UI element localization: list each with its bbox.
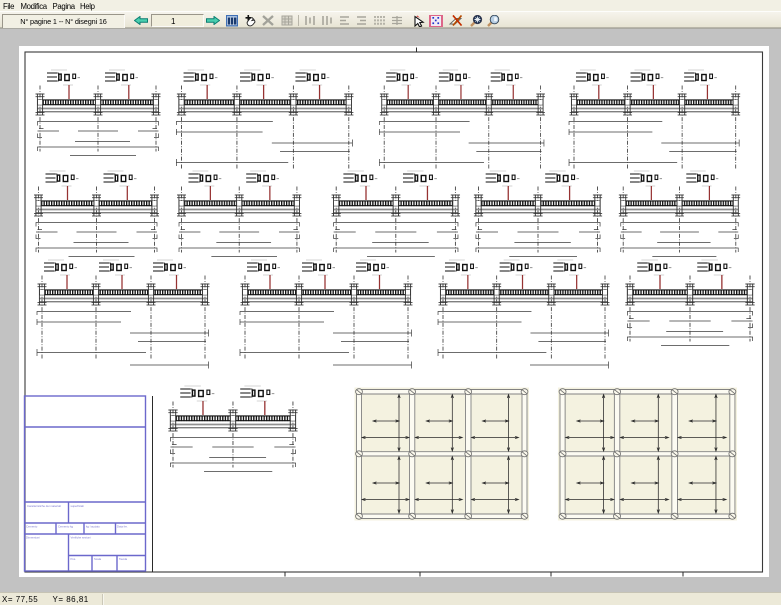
svg-text:Data fer.: Data fer.	[117, 525, 128, 529]
svg-text:Cemento kg: Cemento kg	[58, 525, 74, 529]
svg-text:kg l acciaio: kg l acciaio	[86, 525, 100, 529]
svg-text:Scala: Scala	[94, 557, 101, 561]
svg-text:Cemento: Cemento	[26, 525, 38, 529]
svg-text:Dimensioni: Dimensioni	[26, 536, 40, 540]
svg-text:Tavola: Tavola	[119, 557, 128, 561]
svg-text:Pos.: Pos.	[71, 557, 77, 561]
svg-text:Caratteristiche dei materiali: Caratteristiche dei materiali	[27, 504, 61, 508]
svg-text:Verifiche sezioni: Verifiche sezioni	[71, 536, 92, 540]
svg-text:superficiali: superficiali	[71, 504, 85, 508]
